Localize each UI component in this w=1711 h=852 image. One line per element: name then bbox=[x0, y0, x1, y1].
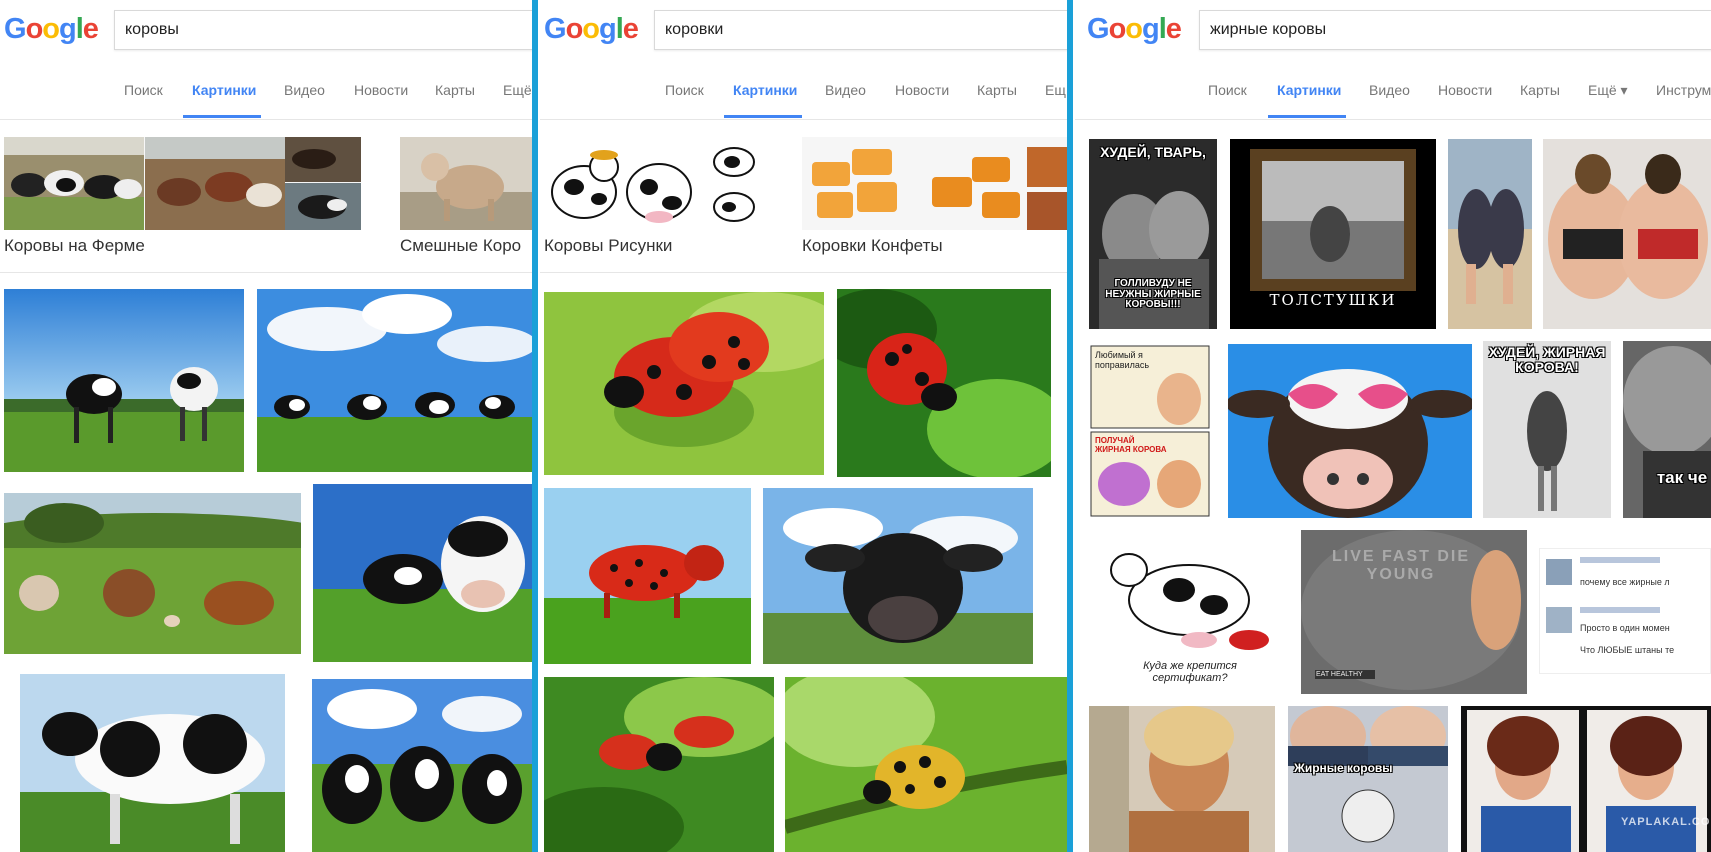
comic-text: ПОЛУЧАЙ ЖИРНАЯ КОРОВА bbox=[1095, 436, 1167, 454]
google-logo[interactable]: Google bbox=[4, 13, 99, 46]
tab-maps[interactable]: Карты bbox=[1520, 82, 1560, 98]
suggestion-label[interactable]: Смешные Коро bbox=[400, 236, 521, 256]
tab-video[interactable]: Видео bbox=[1369, 82, 1410, 98]
avatar bbox=[1546, 607, 1572, 633]
suggestion-label[interactable]: Коровки Конфеты bbox=[802, 236, 943, 256]
divider-line bbox=[540, 272, 1067, 273]
result-image-herd-sky[interactable] bbox=[257, 289, 532, 472]
result-image-framed-photo[interactable]: ТОЛСТУШКИ bbox=[1230, 139, 1436, 329]
cartoon-caption: Куда же крепится сертификат? bbox=[1143, 660, 1237, 684]
tab-images[interactable]: Картинки bbox=[192, 82, 256, 98]
result-image-brown-cows[interactable] bbox=[4, 493, 301, 654]
meme-caption: ГОЛЛИВУДУ НЕ НЕУЖНЫ ЖИРНЫЕ КОРОВЫ!!! bbox=[1105, 278, 1201, 310]
result-image-cow-sunglasses[interactable] bbox=[1228, 344, 1472, 518]
tab-search[interactable]: Поиск bbox=[665, 82, 704, 98]
tab-search[interactable]: Поиск bbox=[124, 82, 163, 98]
meme-caption: Жирные коровы bbox=[1294, 761, 1393, 775]
search-input[interactable]: коровки bbox=[654, 10, 1067, 50]
tab-video[interactable]: Видео bbox=[284, 82, 325, 98]
result-image-meme-guys[interactable]: ХУДЕЙ, ТВАРЬ, ГОЛЛИВУДУ НЕ НЕУЖНЫ ЖИРНЫЕ… bbox=[1089, 139, 1217, 329]
username-blur bbox=[1580, 607, 1660, 613]
tab-search[interactable]: Поиск bbox=[1208, 82, 1247, 98]
tab-news[interactable]: Новости bbox=[1438, 82, 1492, 98]
tab-more[interactable]: Ещё bbox=[503, 82, 532, 98]
comic-text: Любимый я поправилась bbox=[1095, 350, 1150, 370]
tab-more[interactable]: Ещё ▾ bbox=[1588, 82, 1628, 99]
panel-divider bbox=[532, 0, 538, 852]
tab-news[interactable]: Новости bbox=[354, 82, 408, 98]
header: Google коровки bbox=[540, 0, 1067, 60]
meme-caption: ХУДЕЙ, ТВАРЬ, bbox=[1100, 144, 1206, 160]
result-image-yellow-ladybug[interactable] bbox=[785, 677, 1067, 852]
result-image-partial-meme[interactable]: так чe bbox=[1623, 341, 1711, 518]
tab-more[interactable]: Ещ bbox=[1045, 82, 1066, 98]
tab-maps[interactable]: Карты bbox=[435, 82, 475, 98]
suggestion-label[interactable]: Коровы Рисунки bbox=[544, 236, 672, 256]
result-image-cows-group[interactable] bbox=[312, 679, 532, 852]
frame-caption: ТОЛСТУШКИ bbox=[1269, 291, 1397, 309]
search-panel-1: Google коровы Поиск Картинки Видео Новос… bbox=[0, 0, 532, 852]
comment-text: Просто в один момен bbox=[1580, 623, 1670, 633]
google-logo[interactable]: Google bbox=[1087, 13, 1182, 46]
active-tab-indicator bbox=[1268, 115, 1346, 118]
panel-divider bbox=[1067, 0, 1073, 852]
result-image-holstein[interactable] bbox=[20, 674, 285, 852]
result-image-cows-field[interactable] bbox=[4, 289, 244, 472]
tab-news[interactable]: Новости bbox=[895, 82, 949, 98]
result-image-muscle-woman[interactable] bbox=[1089, 706, 1275, 852]
result-image-ladybug-flying[interactable] bbox=[544, 677, 774, 852]
result-image-women-eating[interactable] bbox=[1543, 139, 1711, 329]
result-image-cow-closeup[interactable] bbox=[313, 484, 532, 662]
watermark: YAPLAKAL.COM bbox=[1621, 816, 1711, 828]
search-panel-2: Google коровки Поиск Картинки Видео Ново… bbox=[540, 0, 1067, 852]
tab-maps[interactable]: Карты bbox=[977, 82, 1017, 98]
search-input[interactable]: жирные коровы bbox=[1199, 10, 1711, 50]
tab-images[interactable]: Картинки bbox=[1277, 82, 1341, 98]
tab-tools[interactable]: Инструме bbox=[1656, 82, 1711, 98]
meme-caption: так чe bbox=[1656, 468, 1708, 487]
active-tab-indicator bbox=[183, 115, 261, 118]
suggestion-label[interactable]: Коровы на Ферме bbox=[4, 236, 145, 256]
suggestion-thumb[interactable] bbox=[400, 137, 532, 230]
result-image-ladybug-leaf[interactable] bbox=[837, 289, 1051, 477]
header: Google жирные коровы bbox=[1075, 0, 1711, 60]
result-image-red-cow[interactable] bbox=[544, 488, 751, 664]
search-tabs: Поиск Картинки Видео Новости Карты Ещё ▾… bbox=[1075, 60, 1711, 120]
google-logo[interactable]: Google bbox=[544, 13, 639, 46]
suggestion-thumb[interactable] bbox=[802, 137, 1067, 230]
result-image-comic[interactable]: Любимый я поправилась ПОЛУЧАЙ ЖИРНАЯ КОР… bbox=[1089, 344, 1211, 518]
suggestion-thumb[interactable] bbox=[4, 137, 361, 230]
search-tabs: Поиск Картинки Видео Новости Карты Ещё bbox=[0, 60, 532, 120]
header: Google коровы bbox=[0, 0, 532, 60]
result-image-black-cow[interactable] bbox=[763, 488, 1033, 664]
comment-thread-thumb[interactable]: почему все жирные л Просто в один момен … bbox=[1539, 548, 1711, 674]
result-image-two-women[interactable] bbox=[1448, 139, 1532, 329]
username-blur bbox=[1580, 557, 1660, 563]
search-tabs: Поиск Картинки Видео Новости Карты Ещ bbox=[540, 60, 1067, 120]
result-image-two-girls[interactable]: YAPLAKAL.COM bbox=[1461, 706, 1711, 852]
tab-images[interactable]: Картинки bbox=[733, 82, 797, 98]
active-tab-indicator bbox=[724, 115, 802, 118]
tab-video[interactable]: Видео bbox=[825, 82, 866, 98]
result-image-cartoon-cow[interactable]: Куда же крепится сертификат? bbox=[1089, 530, 1285, 694]
result-image-bellies-meme[interactable]: Жирные коровы bbox=[1288, 706, 1448, 852]
comment-text: почему все жирные л bbox=[1580, 577, 1670, 587]
shirt-text: LIVE FAST DIE YOUNG bbox=[1331, 548, 1470, 583]
comment-text: Что ЛЮБЫЕ штаны те bbox=[1580, 645, 1675, 655]
search-input[interactable]: коровы bbox=[114, 10, 532, 50]
search-panel-3: Google жирные коровы Поиск Картинки Виде… bbox=[1075, 0, 1711, 852]
meme-caption: ХУДЕЙ, ЖИРНАЯ КОРОВА! bbox=[1488, 344, 1606, 375]
result-image-meme-thin[interactable]: ХУДЕЙ, ЖИРНАЯ КОРОВА! bbox=[1483, 341, 1611, 518]
result-image-ladybugs[interactable] bbox=[544, 292, 824, 475]
divider-line bbox=[0, 272, 532, 273]
suggestion-thumb[interactable] bbox=[544, 137, 762, 230]
shirt-label: EAT HEALTHY bbox=[1315, 670, 1375, 679]
result-image-belly-shirt[interactable]: LIVE FAST DIE YOUNG EAT HEALTHY bbox=[1301, 530, 1527, 694]
avatar bbox=[1546, 559, 1572, 585]
